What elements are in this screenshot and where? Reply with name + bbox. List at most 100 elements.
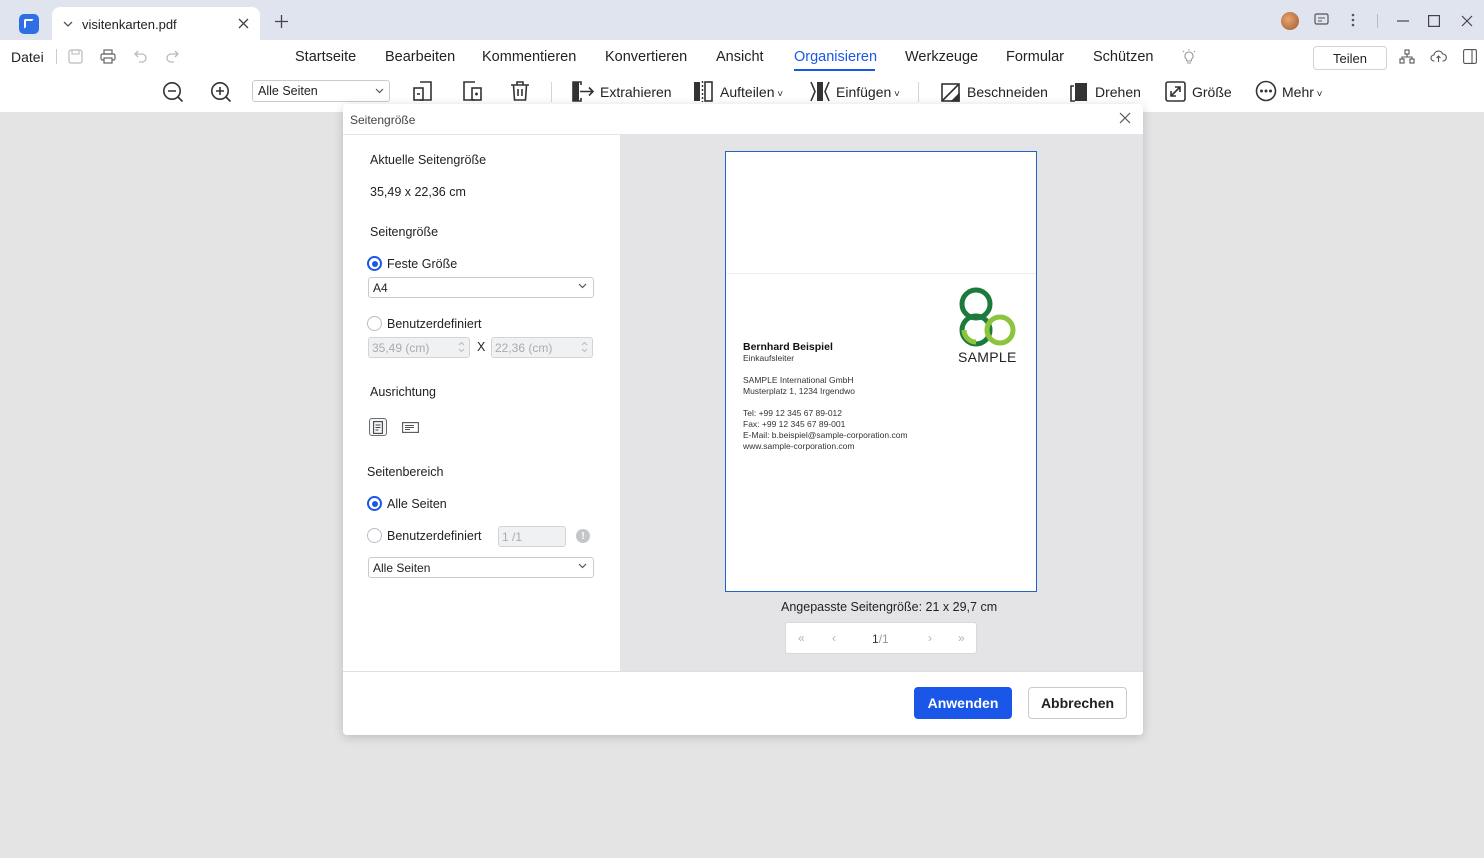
current-size-value: 35,49 x 22,36 cm [370,185,466,199]
insert-icon[interactable] [809,81,831,102]
menu-file[interactable]: Datei [11,49,44,65]
page-range-heading: Seitenbereich [367,465,444,479]
dialog-footer: Anwenden Abbrechen [343,671,1143,735]
cloud-upload-icon[interactable] [1430,49,1447,63]
more-icon[interactable] [1255,80,1277,102]
first-page-icon[interactable]: « [798,631,805,645]
menu-schuetzen[interactable]: Schützen [1093,49,1153,65]
more-button[interactable]: Mehr ˅ [1282,84,1323,100]
resize-icon[interactable] [1165,81,1186,102]
custom-range-input[interactable]: 1 /1 [498,526,566,547]
new-tab-icon[interactable] [275,15,288,28]
share-button[interactable]: Teilen [1313,46,1387,70]
custom-size-radio[interactable] [367,316,382,331]
toolbar-divider [551,82,552,102]
extract-button[interactable]: Extrahieren [600,84,672,100]
current-size-heading: Aktuelle Seitengröße [370,153,487,167]
delete-page-icon[interactable] [509,80,531,102]
titlebar-divider [1377,14,1378,28]
landscape-orientation-icon[interactable] [401,418,419,436]
feedback-icon[interactable] [1314,13,1329,27]
user-avatar[interactable] [1281,12,1299,30]
pager-total-value: /1 [878,632,889,646]
menu-bearbeiten[interactable]: Bearbeiten [385,49,455,65]
page-range-select[interactable]: Alle Seiten [252,80,390,102]
card-name: Bernhard Beispiel [743,341,833,353]
app-logo-icon [19,14,39,34]
range-type-value: Alle Seiten [373,561,431,575]
menu-ansicht[interactable]: Ansicht [716,49,764,65]
fixed-size-value: A4 [373,281,388,295]
fixed-size-select[interactable]: A4 [368,277,594,298]
toolbar-divider [918,82,919,102]
page-size-heading: Seitengröße [370,225,439,239]
document-tab[interactable]: visitenkarten.pdf [52,7,260,40]
close-window-icon[interactable] [1461,15,1473,27]
last-page-icon[interactable]: » [958,631,965,645]
menu-organisieren[interactable]: Organisieren [794,49,877,65]
orientation-heading: Ausrichtung [370,385,437,399]
stepper-icon [458,341,465,353]
prev-page-icon[interactable]: ‹ [832,631,836,645]
size-separator: X [477,340,486,354]
rotate-icon[interactable] [1068,81,1090,103]
size-button[interactable]: Größe [1192,84,1232,100]
card-tel: Tel: +99 12 345 67 89-012 [743,408,843,418]
cancel-button[interactable]: Abbrechen [1028,687,1127,719]
extract-icon[interactable] [571,81,595,102]
zoom-out-icon[interactable] [162,81,184,103]
fixed-size-radio[interactable] [367,256,382,271]
more-vertical-icon[interactable] [1351,13,1355,27]
custom-range-radio[interactable] [367,528,382,543]
apply-button[interactable]: Anwenden [914,687,1012,719]
custom-size-label: Benutzerdefiniert [387,317,482,331]
maximize-icon[interactable] [1428,15,1440,27]
custom-height-input[interactable]: 22,36 (cm) [491,337,593,358]
zoom-in-icon[interactable] [210,81,232,103]
custom-range-label: Benutzerdefiniert [387,529,482,543]
info-icon[interactable]: ! [576,529,590,543]
crop-button[interactable]: Beschneiden [967,84,1048,100]
lightbulb-icon[interactable] [1182,49,1196,65]
split-icon[interactable] [692,81,714,102]
crop-icon[interactable] [939,81,961,103]
stepper-icon [581,341,588,353]
settings-panel: Aktuelle Seitengröße 35,49 x 22,36 cm Se… [343,134,620,671]
insert-button[interactable]: Einfügen ˅ [836,84,900,100]
split-button[interactable]: Aufteilen ˅ [720,84,783,100]
print-icon[interactable] [100,49,116,64]
undo-icon[interactable] [133,49,148,63]
chevron-down-icon [578,563,587,569]
next-page-icon[interactable]: › [928,631,932,645]
team-icon[interactable] [1399,49,1415,64]
dialog-title: Seitengröße [350,113,416,127]
card-divider [726,273,1036,274]
all-pages-radio[interactable] [367,496,382,511]
portrait-orientation-icon[interactable] [369,418,387,436]
panel-toggle-icon[interactable] [1463,49,1477,64]
card-role: Einkaufsleiter [743,353,795,363]
card-company: SAMPLE International GmbH [743,375,854,385]
menu-werkzeuge[interactable]: Werkzeuge [905,49,978,65]
menu-konvertieren[interactable]: Konvertieren [605,49,687,65]
range-type-select[interactable]: Alle Seiten [368,557,594,578]
custom-width-input[interactable]: 35,49 (cm) [368,337,470,358]
custom-width-value: 35,49 (cm) [372,341,430,355]
fixed-size-label: Feste Größe [387,257,458,271]
menu-kommentieren[interactable]: Kommentieren [482,49,576,65]
insert-page-after-icon[interactable] [461,80,483,102]
menu-startseite[interactable]: Startseite [295,49,356,65]
insert-page-before-icon[interactable] [412,80,434,102]
chevron-down-icon[interactable] [62,18,74,30]
save-icon[interactable] [68,49,83,64]
close-tab-icon[interactable] [238,18,249,29]
more-label: Mehr [1282,84,1314,100]
card-address: Musterplatz 1, 1234 Irgendwo [743,386,855,396]
pager-current-value: 1 [872,632,879,646]
redo-icon[interactable] [165,49,180,63]
menu-formular[interactable]: Formular [1006,49,1064,65]
minimize-icon[interactable] [1397,20,1409,22]
rotate-button[interactable]: Drehen [1095,84,1141,100]
page-range-value: Alle Seiten [258,84,318,98]
close-dialog-icon[interactable] [1119,112,1131,124]
